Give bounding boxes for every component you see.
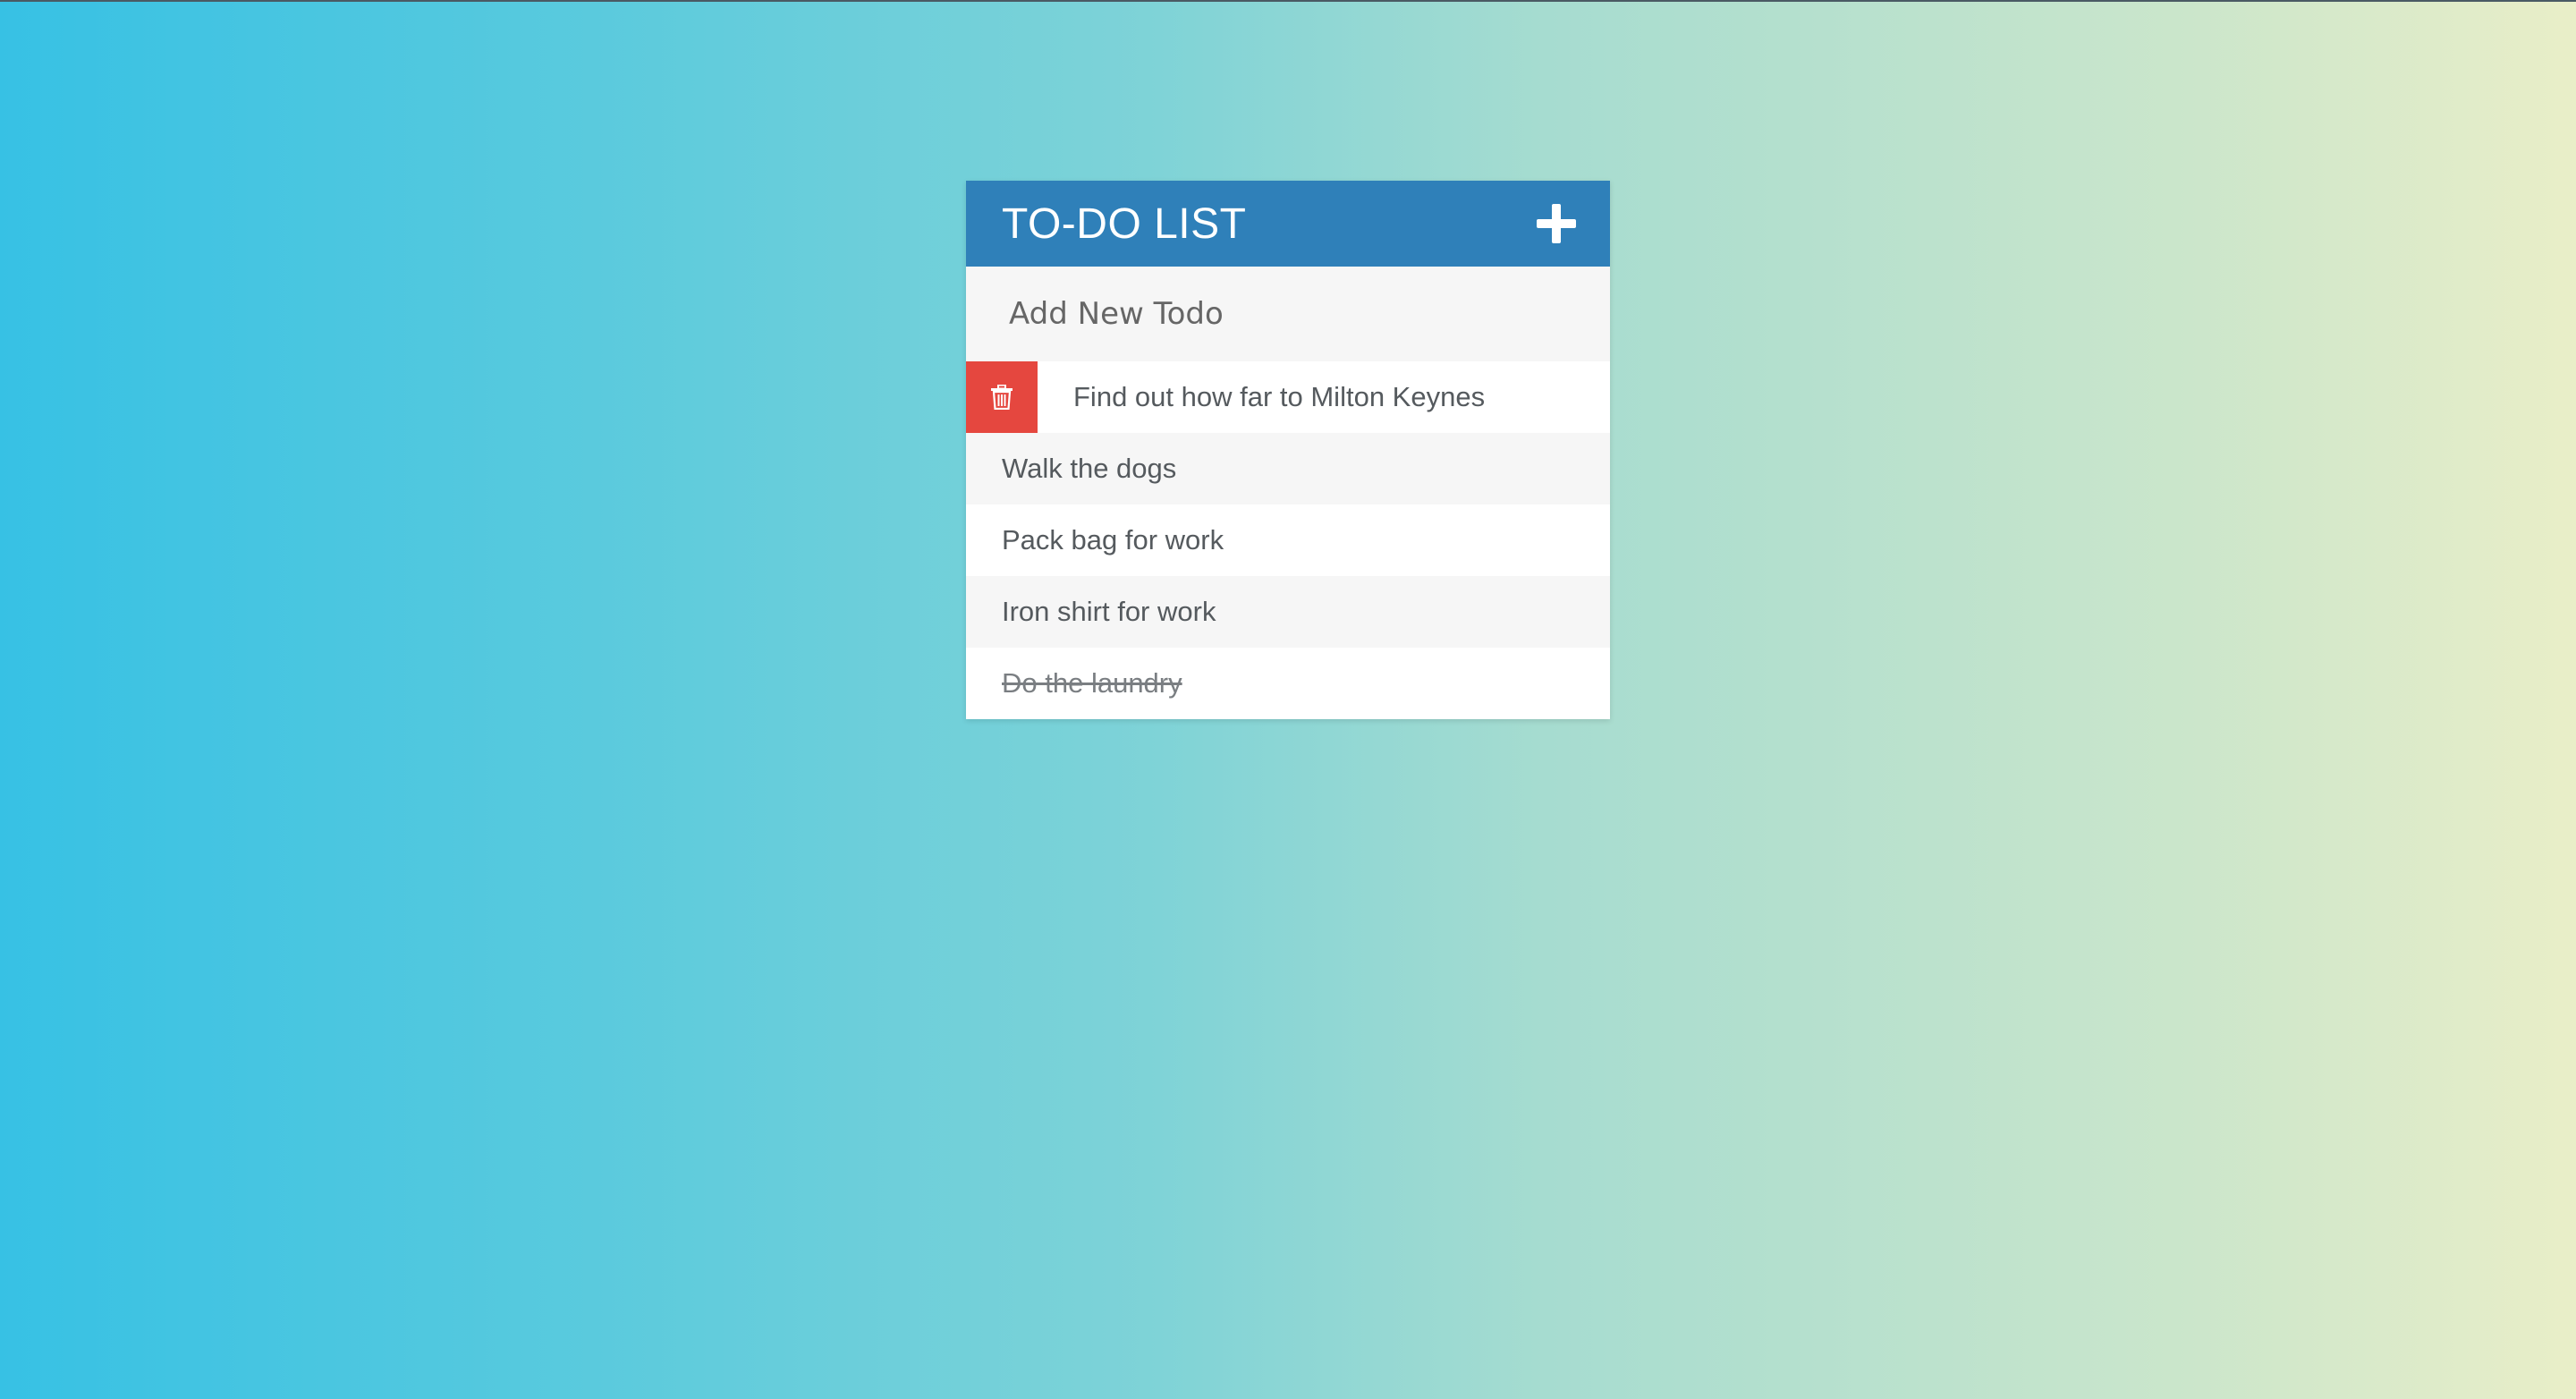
todo-text: Pack bag for work [1002, 524, 1224, 555]
window-top-border [0, 0, 2576, 2]
todo-text: Walk the dogs [1002, 453, 1177, 484]
todo-header: TO-DO LIST [966, 181, 1610, 267]
plus-icon[interactable] [1537, 204, 1576, 243]
new-todo-input[interactable] [1007, 295, 1569, 333]
delete-button[interactable] [966, 361, 1038, 433]
todo-text: Do the laundry [1002, 667, 1182, 699]
todo-item-completed[interactable]: Do the laundry [966, 648, 1610, 719]
todo-item[interactable]: Find out how far to Milton Keynes [966, 361, 1610, 433]
todo-item[interactable]: Pack bag for work [966, 504, 1610, 576]
todo-item[interactable]: Walk the dogs [966, 433, 1610, 504]
todo-text: Find out how far to Milton Keynes [1073, 381, 1486, 412]
todo-list: Find out how far to Milton Keynes Walk t… [966, 361, 1610, 719]
todo-text: Iron shirt for work [1002, 596, 1216, 627]
new-todo-container [966, 267, 1610, 361]
page-title: TO-DO LIST [1002, 199, 1247, 248]
todo-card: TO-DO LIST Find out how far to Milton Ke… [966, 181, 1610, 719]
trash-icon [991, 385, 1013, 410]
todo-item[interactable]: Iron shirt for work [966, 576, 1610, 648]
